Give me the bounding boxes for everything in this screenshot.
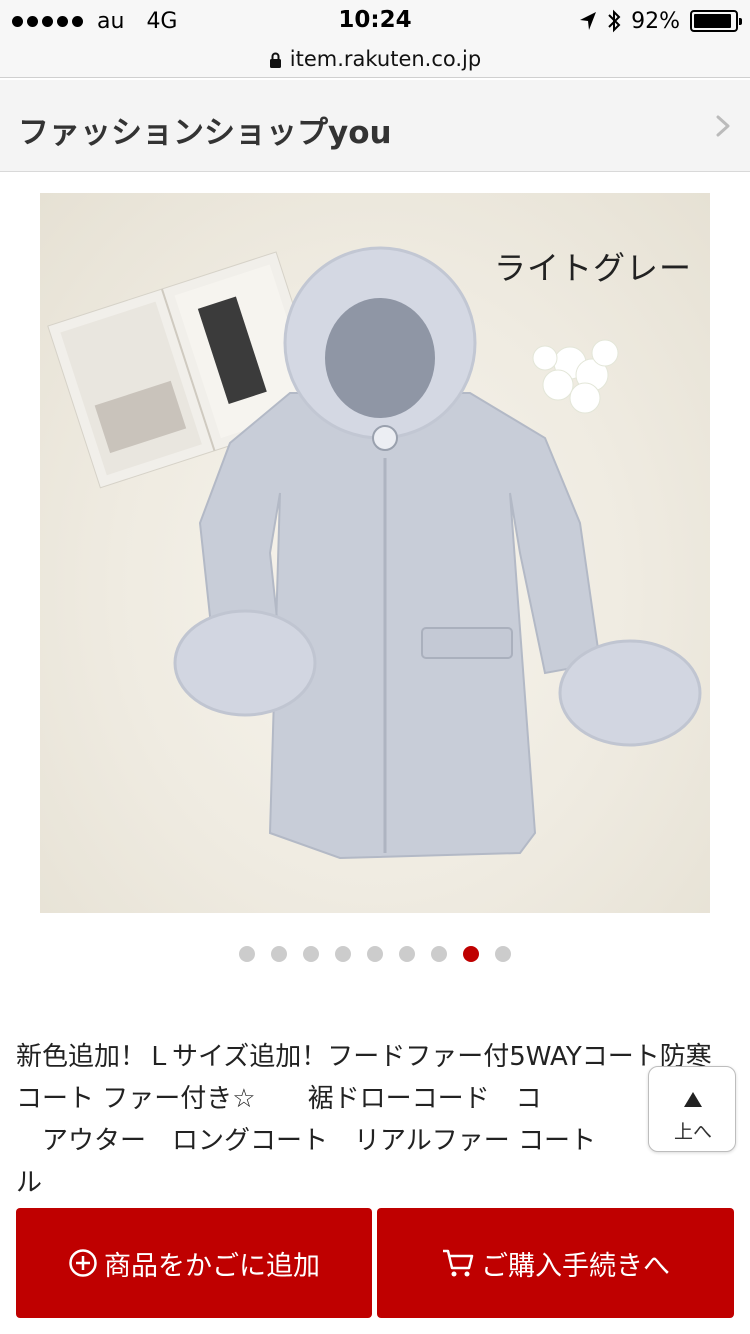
right-cuff bbox=[558, 639, 702, 747]
add-to-cart-label: 商品をかごに追加 bbox=[104, 1250, 320, 1282]
checkout-button[interactable]: ご購入手続きへ bbox=[377, 1208, 734, 1318]
product-image[interactable]: ライトグレー bbox=[40, 193, 710, 913]
add-to-cart-button[interactable]: 商品をかごに追加 bbox=[16, 1208, 372, 1318]
arrow-up-icon bbox=[684, 1092, 702, 1107]
carousel-dot[interactable] bbox=[367, 946, 383, 962]
photo-color-label: ライトグレー bbox=[493, 249, 692, 287]
coat-photo bbox=[47, 246, 702, 860]
carousel-dot[interactable] bbox=[335, 946, 351, 962]
product-title: 新色追加！Ｌサイズ追加！フードファー付5WAYコート防寒 コート ファー付き☆ … bbox=[16, 1042, 712, 1198]
bluetooth-icon bbox=[608, 9, 621, 33]
flower-prop bbox=[532, 339, 619, 414]
carousel-dot[interactable] bbox=[271, 946, 287, 962]
location-arrow-icon bbox=[580, 12, 597, 30]
battery-icon bbox=[690, 10, 742, 32]
battery-fill bbox=[694, 14, 731, 28]
carousel-dots bbox=[0, 946, 750, 962]
status-right: 92% bbox=[579, 8, 742, 34]
checkout-label: ご購入手続きへ bbox=[481, 1250, 670, 1282]
url-bar[interactable]: item.rakuten.co.jp bbox=[0, 40, 750, 78]
left-cuff bbox=[173, 609, 317, 717]
carousel-dot[interactable] bbox=[463, 946, 479, 962]
pocket-flap bbox=[421, 627, 513, 659]
plus-circle-icon bbox=[69, 1249, 97, 1277]
battery-percent: 92% bbox=[631, 8, 680, 34]
shop-header[interactable]: ファッションショップyou bbox=[0, 80, 750, 172]
back-to-top-label: 上へ bbox=[673, 1121, 712, 1143]
back-to-top-button[interactable]: 上へ bbox=[648, 1066, 736, 1152]
carousel-dot[interactable] bbox=[303, 946, 319, 962]
carousel-dot[interactable] bbox=[495, 946, 511, 962]
carousel-dot[interactable] bbox=[431, 946, 447, 962]
url-text: item.rakuten.co.jp bbox=[289, 46, 482, 71]
lock-icon bbox=[269, 52, 281, 68]
cart-icon bbox=[443, 1249, 474, 1277]
carousel-dot[interactable] bbox=[239, 946, 255, 962]
status-bar: au 4G 10:24 92% bbox=[0, 0, 750, 40]
shop-name: ファッションショップyou bbox=[18, 115, 392, 151]
chevron-right-icon bbox=[716, 115, 730, 137]
carousel-dot[interactable] bbox=[399, 946, 415, 962]
